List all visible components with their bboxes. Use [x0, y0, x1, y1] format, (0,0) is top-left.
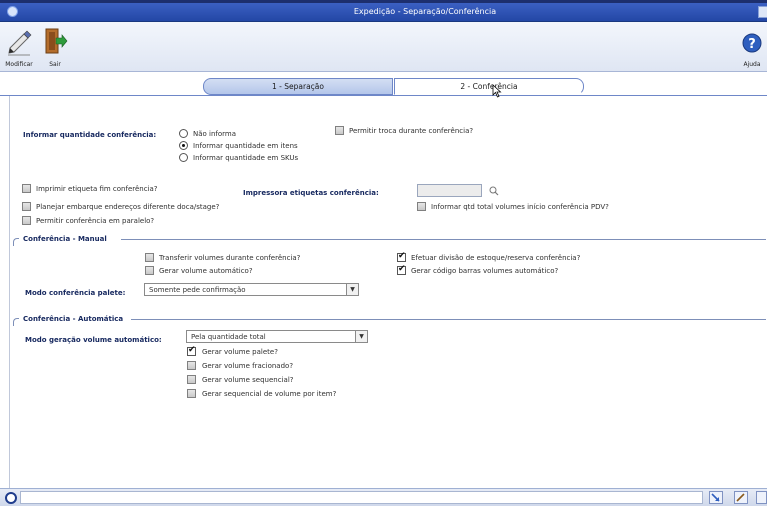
tab-conferencia[interactable]: 2 - Conferência	[394, 78, 584, 95]
auto-pallet-label: Gerar volume palete?	[202, 348, 278, 356]
transfer-volumes-label: Transferir volumes durante conferência?	[159, 254, 301, 262]
app-icon	[7, 6, 18, 17]
qty-radio-skus-label: Informar quantidade em SKUs	[193, 154, 299, 162]
title-top-strip	[0, 0, 767, 3]
modify-label: Modificar	[5, 61, 33, 68]
auto-seq-item-label: Gerar sequencial de volume por item?	[202, 390, 337, 398]
pallet-mode-select[interactable]: Somente pede confirmação ▼	[144, 283, 359, 296]
auto-sequential-label: Gerar volume sequencial?	[202, 376, 294, 384]
help-label: Ajuda	[743, 61, 761, 68]
total-volumes-checkbox[interactable]	[417, 202, 426, 211]
tab-bar: 1 - Separação 2 - Conferência	[0, 72, 767, 96]
manual-section-corner	[13, 238, 19, 246]
search-icon[interactable]	[489, 186, 499, 196]
allow-swap-checkbox[interactable]	[335, 126, 344, 135]
title-bar: Expedição - Separação/Conferência	[0, 0, 767, 22]
status-button-1[interactable]	[709, 491, 723, 504]
window-title: Expedição - Separação/Conferência	[353, 7, 497, 16]
chevron-down-icon: ▼	[346, 284, 358, 295]
auto-section-title: Conferência - Automática	[23, 315, 124, 323]
stock-split-label: Efetuar divisão de estoque/reserva confe…	[411, 254, 581, 262]
qty-label: Informar quantidade conferência:	[23, 131, 157, 139]
auto-section-line	[131, 319, 766, 320]
pencil-icon	[8, 30, 32, 56]
printer-label: Impressora etiquetas conferência:	[243, 189, 379, 197]
help-button[interactable]: ? Ajuda	[738, 26, 766, 70]
allow-swap-label: Permitir troca durante conferência?	[349, 127, 474, 135]
arrow-icon	[711, 493, 720, 502]
printer-input[interactable]	[417, 184, 482, 197]
chevron-down-icon: ▼	[355, 331, 367, 342]
qty-radio-items[interactable]	[179, 141, 188, 150]
pallet-mode-label: Modo conferência palete:	[25, 289, 126, 297]
tab-separacao[interactable]: 1 - Separação	[203, 78, 393, 95]
auto-mode-value: Pela quantidade total	[191, 333, 266, 341]
auto-sequential-checkbox[interactable]	[187, 375, 196, 384]
pallet-mode-value: Somente pede confirmação	[149, 286, 246, 294]
auto-volume-label: Gerar volume automático?	[159, 267, 253, 275]
total-volumes-label: Informar qtd total volumes início confer…	[431, 203, 609, 211]
edit-icon	[736, 493, 745, 502]
exit-door-icon	[45, 28, 68, 54]
exit-button[interactable]: Sair	[40, 26, 70, 70]
status-bar	[0, 488, 767, 506]
status-field	[20, 491, 703, 504]
form-panel: Informar quantidade conferência: Não inf…	[9, 96, 767, 488]
manual-section-title: Conferência - Manual	[23, 235, 107, 243]
plan-shipment-checkbox[interactable]	[22, 202, 31, 211]
auto-section-corner	[13, 318, 19, 326]
window-close-button[interactable]	[758, 6, 767, 18]
auto-mode-select[interactable]: Pela quantidade total ▼	[186, 330, 368, 343]
auto-mode-label: Modo geração volume automático:	[25, 336, 162, 344]
status-button-2[interactable]	[734, 491, 748, 504]
auto-fraction-checkbox[interactable]	[187, 361, 196, 370]
auto-fraction-label: Gerar volume fracionado?	[202, 362, 294, 370]
status-circle-icon	[5, 492, 17, 504]
stock-split-checkbox[interactable]	[397, 251, 406, 262]
transfer-volumes-checkbox[interactable]	[145, 253, 154, 262]
qty-radio-skus[interactable]	[179, 153, 188, 162]
qty-radio-none-label: Não informa	[193, 130, 237, 138]
manual-section-line	[121, 239, 766, 240]
auto-seq-item-checkbox[interactable]	[187, 389, 196, 398]
mouse-cursor-icon	[492, 84, 502, 98]
barcode-auto-label: Gerar código barras volumes automático?	[411, 267, 559, 275]
auto-volume-checkbox[interactable]	[145, 266, 154, 275]
modify-button[interactable]: Modificar	[4, 26, 34, 70]
svg-text:?: ?	[748, 37, 756, 52]
parallel-label: Permitir conferência em paralelo?	[36, 217, 155, 225]
parallel-checkbox[interactable]	[22, 216, 31, 225]
barcode-auto-checkbox[interactable]	[397, 264, 406, 275]
qty-radio-none[interactable]	[179, 129, 188, 138]
qty-radio-items-label: Informar quantidade em itens	[193, 142, 298, 150]
toolbar: Modificar Sair ? Ajuda	[0, 22, 767, 72]
status-button-3[interactable]	[756, 491, 767, 504]
plan-shipment-label: Planejar embarque endereços diferente do…	[36, 203, 220, 211]
auto-pallet-checkbox[interactable]	[187, 345, 196, 356]
help-icon: ?	[742, 33, 762, 53]
print-label-checkbox[interactable]	[22, 184, 31, 193]
exit-label: Sair	[49, 61, 61, 68]
print-label-label: Imprimir etiqueta fim conferência?	[36, 185, 158, 193]
